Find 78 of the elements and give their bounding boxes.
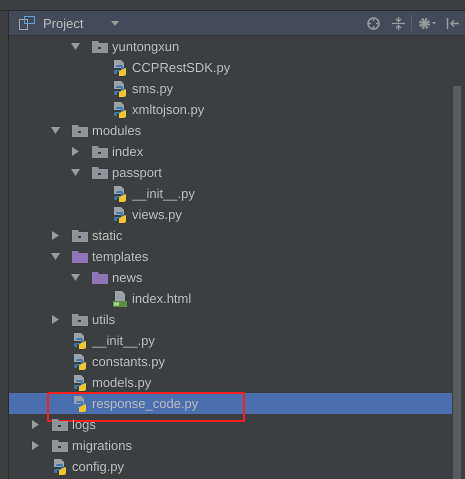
folder-icon [52, 439, 68, 452]
tree-row[interactable]: utils [9, 309, 452, 330]
collapse-arrow-icon[interactable] [51, 126, 60, 135]
python-file-icon [72, 396, 88, 412]
folder-icon [92, 166, 108, 179]
python-file-icon [112, 102, 128, 118]
python-file-icon [72, 332, 88, 348]
tree-row[interactable]: xmltojson.py [9, 99, 452, 120]
file-name: models.py [92, 375, 152, 390]
collapse-arrow-icon[interactable] [71, 168, 80, 177]
file-name: passport [112, 165, 162, 180]
python-file-icon [72, 354, 88, 370]
folder-icon [52, 418, 68, 431]
settings-icon[interactable] [418, 16, 436, 30]
folder-icon [72, 313, 88, 326]
expand-arrow-icon[interactable] [31, 420, 40, 429]
tree-row[interactable]: modules [9, 120, 452, 141]
collapse-all-icon[interactable] [392, 16, 405, 30]
tree-row[interactable]: sms.py [9, 78, 452, 99]
folder-icon [92, 271, 108, 284]
file-name: sms.py [132, 81, 174, 96]
expand-arrow-icon[interactable] [71, 147, 80, 156]
python-file-icon [112, 80, 128, 96]
tree-row[interactable]: __init__.py [9, 330, 452, 351]
file-name: yuntongxun [112, 39, 180, 54]
expand-arrow-icon[interactable] [51, 315, 60, 324]
tree-row[interactable]: index [9, 141, 452, 162]
file-name: config.py [72, 459, 124, 474]
file-name: news [112, 270, 142, 285]
tree-row[interactable]: constants.py [9, 351, 452, 372]
tree-row[interactable]: static [9, 225, 452, 246]
expand-arrow-icon[interactable] [51, 231, 60, 240]
collapse-arrow-icon[interactable] [71, 273, 80, 282]
folder-icon [92, 145, 108, 158]
folder-icon [72, 229, 88, 242]
file-name: index [112, 144, 144, 159]
locate-icon[interactable] [367, 16, 380, 30]
file-name: xmltojson.py [132, 102, 204, 117]
folder-icon [72, 124, 88, 137]
file-name: static [92, 228, 122, 243]
tree-row[interactable]: index.html [9, 288, 452, 309]
tree-row[interactable]: templates [9, 246, 452, 267]
file-name: index.html [132, 291, 192, 306]
project-icon [19, 16, 35, 30]
tree-row[interactable]: news [9, 267, 452, 288]
tree-row[interactable]: __init__.py [9, 183, 452, 204]
tree-row[interactable]: models.py [9, 372, 452, 393]
file-name: __init__.py [132, 186, 195, 201]
panel-title: Project [43, 16, 84, 30]
python-file-icon [112, 186, 128, 202]
tree-row[interactable]: migrations [9, 435, 452, 456]
collapse-arrow-icon[interactable] [71, 42, 80, 51]
tree-row[interactable]: passport [9, 162, 452, 183]
folder-icon [72, 250, 88, 263]
python-file-icon [52, 458, 68, 474]
file-name: templates [92, 249, 148, 264]
python-file-icon [72, 374, 88, 390]
file-name: __init__.py [92, 333, 155, 348]
file-name: response_code.py [92, 396, 198, 411]
file-name: views.py [132, 207, 182, 222]
file-name: modules [92, 123, 142, 138]
tree-row[interactable]: yuntongxun [9, 36, 452, 57]
file-name: utils [92, 312, 116, 327]
html-file-icon [112, 290, 128, 306]
file-name: constants.py [92, 354, 165, 369]
tree-row[interactable]: config.py [9, 456, 452, 477]
hide-panel-icon[interactable] [446, 16, 459, 30]
collapse-arrow-icon[interactable] [51, 252, 60, 261]
python-file-icon [112, 206, 128, 222]
file-name: CCPRestSDK.py [132, 60, 230, 75]
scrollbar-thumb[interactable] [453, 86, 461, 479]
dropdown-caret-icon[interactable] [111, 20, 120, 26]
python-file-icon [112, 60, 128, 76]
expand-arrow-icon[interactable] [31, 441, 40, 450]
tree-row[interactable]: views.py [9, 204, 452, 225]
folder-icon [92, 40, 108, 53]
tree-row[interactable]: CCPRestSDK.py [9, 57, 452, 78]
file-name: migrations [72, 438, 132, 453]
